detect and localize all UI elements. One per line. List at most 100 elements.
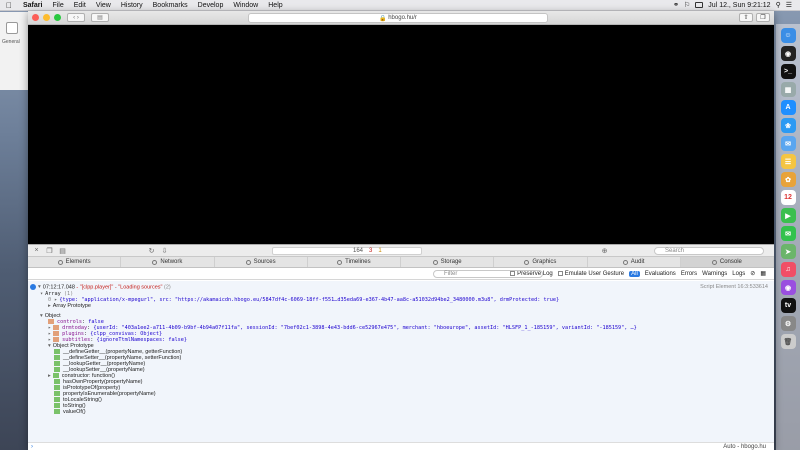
property-value: {userId: "403a1ee2-a711-4b09-b9bf-4b94a0… [93, 325, 637, 331]
filter-evaluations[interactable]: Evaluations [645, 271, 676, 277]
menu-edit[interactable]: Edit [69, 2, 91, 9]
siri-icon[interactable]: ◉ [780, 46, 796, 61]
tab-sources[interactable]: Sources [215, 257, 308, 267]
tab-elements[interactable]: Elements [28, 257, 122, 267]
back-forward-button[interactable]: ‹ › [67, 13, 85, 22]
emulate-gesture-checkbox[interactable]: Emulate User Gesture [557, 271, 624, 277]
trash-icon[interactable]: 🗑 [780, 334, 796, 349]
disclosure-triangle-icon[interactable]: ▾ [38, 284, 41, 290]
log-message: - "[clpp.player]" - "Loading sources" [76, 284, 163, 291]
menu-history[interactable]: History [116, 2, 148, 9]
method-row[interactable]: valueOf() [54, 409, 86, 415]
battery-icon[interactable] [695, 2, 704, 8]
filter-all[interactable]: All [629, 270, 640, 277]
photos-icon[interactable]: ✿ [780, 172, 796, 187]
maps-icon[interactable]: ➤ [780, 244, 796, 259]
tab-console[interactable]: Console [680, 257, 774, 267]
close-button[interactable] [32, 14, 39, 21]
menu-file[interactable]: File [47, 2, 68, 9]
share-button[interactable]: ⇧ [739, 13, 753, 22]
address-bar[interactable]: 🔒 hbogo.hu/r [248, 13, 548, 23]
inspector-tabs: Elements Network Sources Timelines Stora… [28, 257, 774, 268]
checkbox [557, 271, 563, 276]
safari-icon[interactable]: ❀ [780, 118, 796, 133]
podcasts-icon[interactable]: ◉ [780, 280, 796, 295]
appstore-icon[interactable]: A [780, 100, 796, 115]
timelines-icon [337, 259, 343, 265]
audit-icon [622, 259, 628, 265]
log-entry-header[interactable]: ▾ 07:12:17.048 - "[clpp.player]" - "Loadi… [30, 284, 171, 290]
property-icon [48, 319, 54, 324]
download-icon[interactable]: ⇩ [160, 247, 169, 255]
menu-bookmarks[interactable]: Bookmarks [148, 2, 193, 9]
tab-audit[interactable]: Audit [588, 257, 681, 267]
title-bar: ‹ › ▤ 🔒 hbogo.hu/r ⇧ ❐ [28, 11, 774, 25]
launchpad-icon[interactable]: ▦ [780, 82, 796, 97]
menu-app[interactable]: Safari [18, 2, 47, 9]
close-inspector-icon[interactable]: × [32, 247, 41, 255]
mail-icon[interactable]: ✉ [780, 136, 796, 151]
reload-icon[interactable]: ↻ [147, 247, 156, 255]
filter-logs[interactable]: Logs [732, 271, 745, 277]
video-player[interactable] [28, 25, 774, 244]
function-icon [54, 349, 60, 355]
target-icon[interactable]: ⊕ [600, 247, 609, 255]
wifi-icon[interactable]: ⚭ [673, 1, 679, 9]
tab-timelines[interactable]: Timelines [308, 257, 401, 267]
lock-icon: 🔒 [379, 15, 389, 22]
log-source[interactable]: Script Element 16:3:533614 [700, 284, 768, 290]
finder-icon[interactable]: ☺ [780, 28, 796, 43]
console-prompt[interactable]: › Auto - hbogo.hu [28, 442, 774, 450]
tab-storage[interactable]: Storage [401, 257, 495, 267]
menubar-clock[interactable]: Jul 12., Sun 9:21:12 [708, 2, 770, 9]
disclosure-triangle-icon: ▾ [40, 291, 44, 297]
filter-errors[interactable]: Errors [681, 271, 697, 277]
layout-icon[interactable]: ▤ [58, 247, 67, 255]
layout-toggle-icon[interactable]: ▦ [760, 270, 766, 277]
notes-icon[interactable]: ☰ [780, 154, 796, 169]
music-icon[interactable]: ♫ [780, 262, 796, 277]
terminal-icon[interactable]: >_ [780, 64, 796, 79]
function-icon [54, 367, 60, 373]
errors-count[interactable]: 3 [369, 248, 372, 254]
search-icon[interactable]: ⚲ [776, 1, 781, 9]
disclosure-triangle-icon: ▾ [48, 343, 51, 349]
messages-icon[interactable]: ✉ [780, 226, 796, 241]
tv-icon[interactable]: tv [780, 298, 796, 313]
web-inspector: × ❐ ▤ ↻ ⇩ 164 3 1 ⊕ Search Elements Netw… [28, 244, 774, 450]
tabs-button[interactable]: ❐ [756, 13, 770, 22]
menu-develop[interactable]: Develop [193, 2, 229, 9]
warnings-count[interactable]: 1 [378, 248, 381, 254]
facetime-icon[interactable]: ▶ [780, 208, 796, 223]
clear-console-icon[interactable]: ⊘ [750, 270, 755, 277]
dock-icon[interactable]: ❐ [45, 247, 54, 255]
apple-menu-icon[interactable]:  [0, 1, 18, 10]
settings-icon[interactable]: ⚙ [780, 316, 796, 331]
zoom-button[interactable] [54, 14, 61, 21]
control-center-icon[interactable]: ☰ [786, 1, 792, 9]
activity-viewer[interactable]: 164 3 1 [272, 247, 422, 255]
menu-window[interactable]: Window [228, 2, 263, 9]
disclosure-triangle-icon: ▾ [40, 313, 43, 319]
tab-graphics[interactable]: Graphics [494, 257, 588, 267]
property-icon [53, 337, 60, 342]
background-window[interactable]: General [0, 12, 30, 90]
calendar-icon[interactable]: 12 [780, 190, 796, 205]
array-prototype[interactable]: ▸ Array Prototype [48, 303, 91, 309]
menu-view[interactable]: View [91, 2, 116, 9]
sidebar-button[interactable]: ▤ [91, 13, 109, 22]
minimize-button[interactable] [43, 14, 50, 21]
filter-warnings[interactable]: Warnings [702, 271, 727, 277]
function-icon [54, 391, 60, 397]
flag-icon[interactable]: ⚐ [684, 1, 690, 9]
inspector-search[interactable]: Search [654, 247, 764, 255]
execution-context[interactable]: Auto - hbogo.hu [723, 444, 766, 450]
menu-help[interactable]: Help [263, 2, 287, 9]
tab-network[interactable]: Network [121, 257, 215, 267]
array-item[interactable]: 0 ▸ {type: "application/x-mpegurl", src: … [48, 297, 559, 303]
console-filter[interactable]: Filter [433, 270, 543, 278]
function-icon [54, 361, 60, 367]
property-icon [53, 331, 60, 336]
log-count: (2) [164, 284, 171, 291]
preferences-icon [6, 22, 18, 34]
